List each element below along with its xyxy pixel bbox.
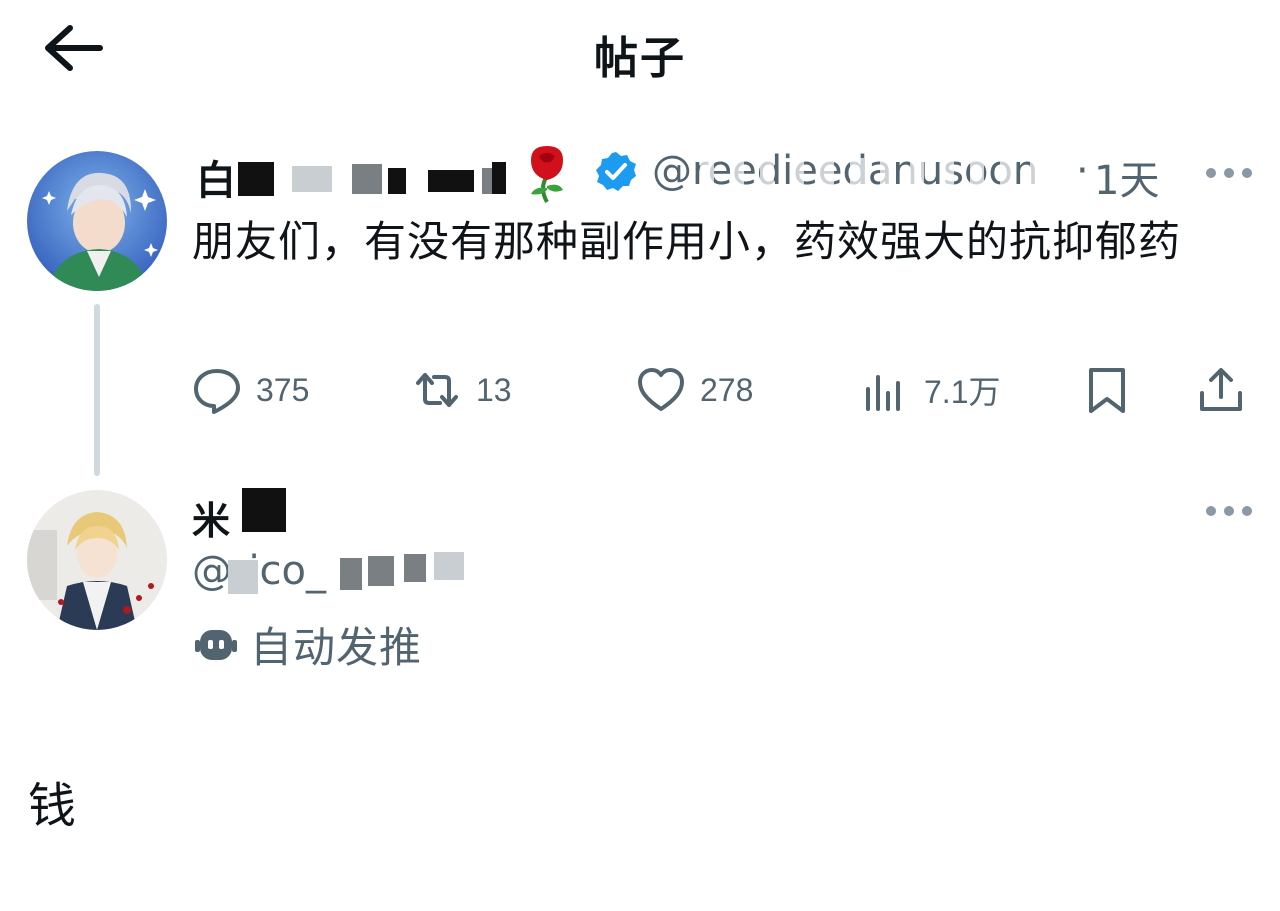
post-timestamp[interactable]: 1天 [1094,148,1159,206]
author-name-visible: 白 [196,158,236,204]
views-button[interactable]: 7.1万 [860,362,1001,418]
more-dot-icon [1224,506,1234,516]
handle-redaction [228,552,472,596]
retweet-count: 13 [476,371,512,408]
redaction-block [352,164,382,194]
retweet-button[interactable]: 13 [412,362,512,418]
redaction-block [388,168,406,194]
reply-author-name-visible: 米 [192,499,231,543]
redaction-block [228,560,258,594]
post-body-text: 朋友们，有没有那种副作用小，药效强大的抗抑郁药 [192,217,1182,266]
like-button[interactable]: 278 [636,362,753,418]
robot-icon [195,630,237,660]
more-dot-icon [1206,506,1216,516]
redaction-block [428,170,474,192]
reply-icon [194,369,240,414]
view-count: 7.1万 [924,374,1001,410]
rose-emoji-icon [531,146,563,203]
redaction-block [434,552,464,580]
analytics-icon [866,375,900,411]
post-action-bar: 375 13 278 7.1万 [0,362,1280,418]
avatar-image [27,151,167,291]
post-detail-page: 帖子 白 · 1天 朋友们，有没有那种副作用小，药效强大的抗抑郁药 375 13… [0,0,1280,911]
redaction-block [404,554,426,582]
bookmark-icon [1089,368,1125,413]
handle-redaction [700,158,1080,186]
redaction-block [238,162,274,196]
reply-count: 375 [256,371,310,408]
redaction-block [292,166,332,192]
share-button[interactable] [1196,362,1246,418]
redaction-block [492,162,506,194]
page-title: 帖子 [594,33,686,84]
automated-account-label: 自动发推 [192,614,422,674]
heart-icon [638,368,684,411]
more-dot-icon [1224,168,1234,178]
author-avatar[interactable] [27,151,167,291]
reply-more-options-button[interactable] [1206,504,1252,518]
redaction-block [340,558,362,590]
avatar-image [27,490,167,630]
reply-author-name-redacted[interactable]: 米 [190,486,290,543]
caption-text: 钱 [28,778,77,834]
more-options-button[interactable] [1206,166,1252,180]
more-dot-icon [1242,168,1252,178]
meta-separator: · [1076,148,1089,194]
more-dot-icon [1242,506,1252,516]
bookmark-button[interactable] [1082,362,1132,418]
retweet-icon [416,373,458,407]
like-count: 278 [700,371,754,408]
redaction-block [242,488,286,532]
reply-author-avatar[interactable] [27,490,167,630]
more-dot-icon [1206,168,1216,178]
automated-label-text: 自动发推 [250,622,423,672]
redaction-block [368,556,394,586]
reply-button[interactable]: 375 [192,362,309,418]
share-icon [1200,368,1242,411]
verified-badge-icon [596,152,636,191]
